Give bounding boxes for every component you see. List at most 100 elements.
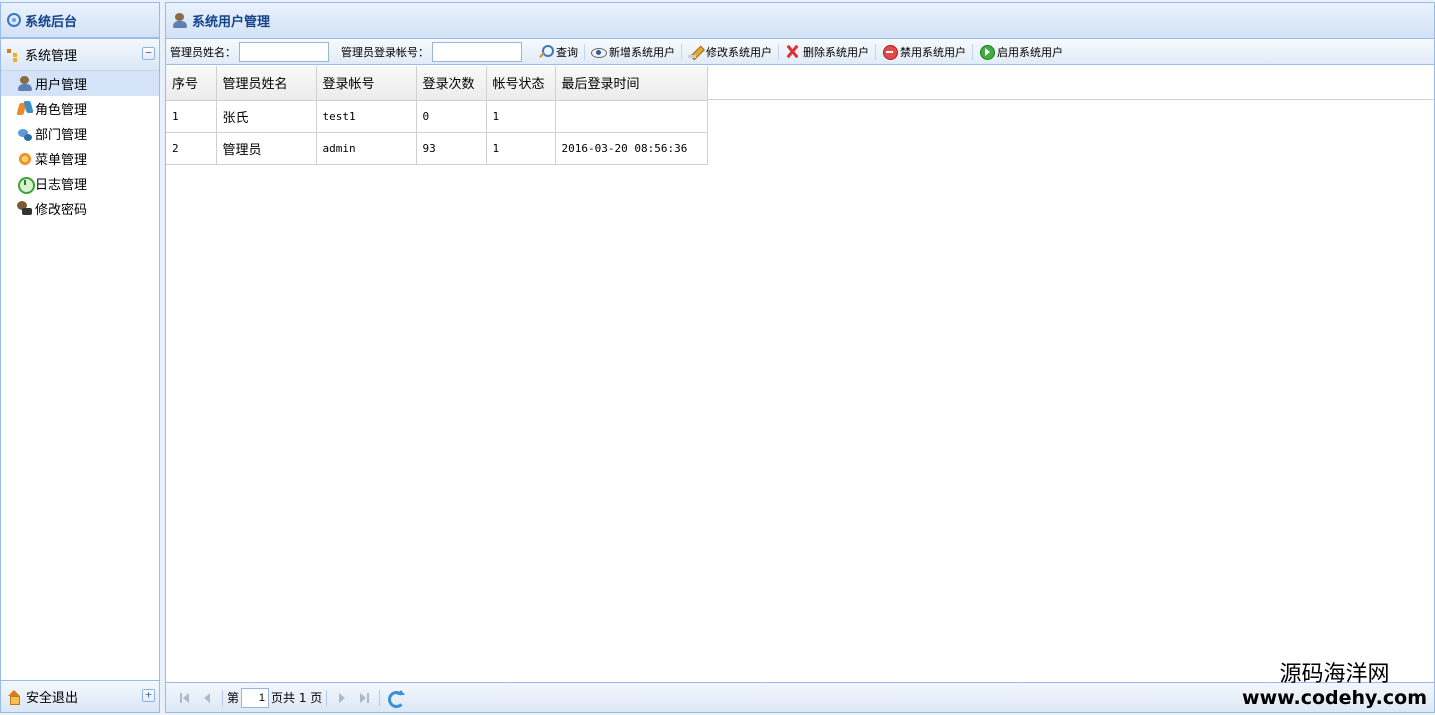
edit-user-button-label: 修改系统用户 <box>706 45 772 59</box>
column-header-status[interactable]: 帐号状态 <box>486 66 556 101</box>
toolbar-separator <box>681 43 682 60</box>
eye-icon <box>591 44 607 59</box>
sidebar-header: 系统后台 <box>1 3 159 39</box>
refresh-icon[interactable] <box>387 689 406 708</box>
first-page-icon[interactable] <box>177 690 193 706</box>
watermark-url: www.codehy.com <box>1242 687 1427 709</box>
search-button-label: 查询 <box>556 45 578 59</box>
search-icon <box>538 44 554 59</box>
accordion-label: 系统管理 <box>25 49 78 64</box>
sidebar-title: 系统后台 <box>25 14 78 30</box>
user-icon <box>172 12 188 29</box>
cell-login-count: 93 <box>416 132 487 165</box>
data-grid: 序号 管理员姓名 登录帐号 登录次数 帐号状态 最后登录时间 1 张氏 test… <box>166 66 1434 165</box>
delete-user-button-label: 删除系统用户 <box>803 45 869 59</box>
nav-item-label: 修改密码 <box>35 203 88 218</box>
toolbar-separator <box>875 43 876 60</box>
cell-account: test1 <box>316 100 417 133</box>
next-page-icon[interactable] <box>334 690 350 706</box>
accordion-logout[interactable]: 安全退出 + <box>1 680 159 712</box>
table-row[interactable]: 2 管理员 admin 93 1 2016-03-20 08:56:36 <box>166 132 708 165</box>
main-header: 系统用户管理 <box>166 3 1434 39</box>
cell-last-login: 2016-03-20 08:56:36 <box>555 132 708 165</box>
account-label: 管理员登录帐号： <box>341 45 429 59</box>
cell-login-count: 0 <box>416 100 487 133</box>
page-prefix: 第 <box>227 691 240 705</box>
pencil-icon <box>688 44 703 59</box>
page-total: 页共 1 页 <box>271 691 323 705</box>
pager-separator <box>222 689 223 706</box>
logout-label: 安全退出 <box>26 691 79 706</box>
table-row[interactable]: 1 张氏 test1 0 1 <box>166 100 708 133</box>
table-header-row: 序号 管理员姓名 登录帐号 登录次数 帐号状态 最后登录时间 <box>166 66 708 101</box>
collapse-icon[interactable]: − <box>142 47 155 60</box>
account-input[interactable] <box>432 41 522 62</box>
nav-item-label: 日志管理 <box>35 178 88 193</box>
minus-circle-icon <box>882 44 898 60</box>
password-icon <box>17 200 33 217</box>
toolbar: 管理员姓名： 管理员登录帐号： 查询 新增系统用户 修改系统用户 删除系统用户 <box>166 39 1434 65</box>
log-icon <box>17 176 35 194</box>
column-header-login-count[interactable]: 登录次数 <box>416 66 487 101</box>
enable-user-button-label: 启用系统用户 <box>997 45 1063 59</box>
accordion-system-management[interactable]: 系统管理 − <box>1 39 159 71</box>
system-icon <box>7 13 21 27</box>
menu-icon <box>17 151 33 167</box>
pager-separator <box>379 689 381 706</box>
cell-index: 1 <box>166 100 217 133</box>
nav-item-label: 部门管理 <box>35 128 88 143</box>
enable-user-button[interactable]: 启用系统用户 <box>975 41 1067 63</box>
column-header-index[interactable]: 序号 <box>166 66 217 101</box>
user-table: 序号 管理员姓名 登录帐号 登录次数 帐号状态 最后登录时间 1 张氏 test… <box>166 66 708 165</box>
play-circle-icon <box>979 44 995 60</box>
add-user-button[interactable]: 新增系统用户 <box>587 41 679 63</box>
toolbar-separator <box>778 43 779 60</box>
nav-item-change-password[interactable]: 修改密码 <box>1 196 159 221</box>
nav-item-label: 用户管理 <box>35 78 88 93</box>
role-icon <box>17 101 33 117</box>
column-header-last-login[interactable]: 最后登录时间 <box>555 66 708 101</box>
pager-separator <box>326 689 328 706</box>
app-window: 系统后台 系统管理 − 用户管理 角色管理 部门管理 菜单管理 日志管理 修改密… <box>0 0 1435 715</box>
nav-item-log-management[interactable]: 日志管理 <box>1 171 159 196</box>
prev-page-icon[interactable] <box>199 690 215 706</box>
nav-item-user-management[interactable]: 用户管理 <box>1 71 159 96</box>
delete-icon <box>785 44 800 59</box>
nav-item-label: 角色管理 <box>35 103 88 118</box>
edit-user-button[interactable]: 修改系统用户 <box>684 41 776 63</box>
cell-status: 1 <box>486 100 556 133</box>
last-page-icon[interactable] <box>356 690 372 706</box>
add-user-button-label: 新增系统用户 <box>609 45 675 59</box>
sidebar: 系统后台 系统管理 − 用户管理 角色管理 部门管理 菜单管理 日志管理 修改密… <box>0 2 160 713</box>
disable-user-button[interactable]: 禁用系统用户 <box>878 41 970 63</box>
cell-last-login <box>555 100 708 133</box>
cell-name: 张氏 <box>216 100 317 133</box>
user-icon <box>17 75 33 92</box>
watermark-text: 源码海洋网 <box>1279 662 1390 687</box>
expand-icon[interactable]: + <box>142 689 155 702</box>
name-input[interactable] <box>239 41 329 62</box>
watermark: 源码海洋网 www.codehy.com <box>1242 662 1427 710</box>
cell-status: 1 <box>486 132 556 165</box>
column-header-account[interactable]: 登录帐号 <box>316 66 417 101</box>
name-label: 管理员姓名： <box>170 45 236 59</box>
department-icon <box>17 126 33 142</box>
page-number-input[interactable] <box>241 687 270 708</box>
tree-icon <box>7 48 19 62</box>
toolbar-separator <box>972 43 973 60</box>
nav-item-menu-management[interactable]: 菜单管理 <box>1 146 159 171</box>
nav-item-role-management[interactable]: 角色管理 <box>1 96 159 121</box>
nav-item-label: 菜单管理 <box>35 153 88 168</box>
column-header-name[interactable]: 管理员姓名 <box>216 66 317 101</box>
delete-user-button[interactable]: 删除系统用户 <box>781 41 873 63</box>
toolbar-separator <box>584 43 585 60</box>
cell-account: admin <box>316 132 417 165</box>
search-button[interactable]: 查询 <box>534 41 582 63</box>
cell-index: 2 <box>166 132 217 165</box>
disable-user-button-label: 禁用系统用户 <box>900 45 966 59</box>
nav-list: 用户管理 角色管理 部门管理 菜单管理 日志管理 修改密码 <box>1 71 159 221</box>
home-icon <box>7 689 21 705</box>
nav-item-department-management[interactable]: 部门管理 <box>1 121 159 146</box>
cell-name: 管理员 <box>216 132 317 165</box>
page-title: 系统用户管理 <box>192 15 271 30</box>
